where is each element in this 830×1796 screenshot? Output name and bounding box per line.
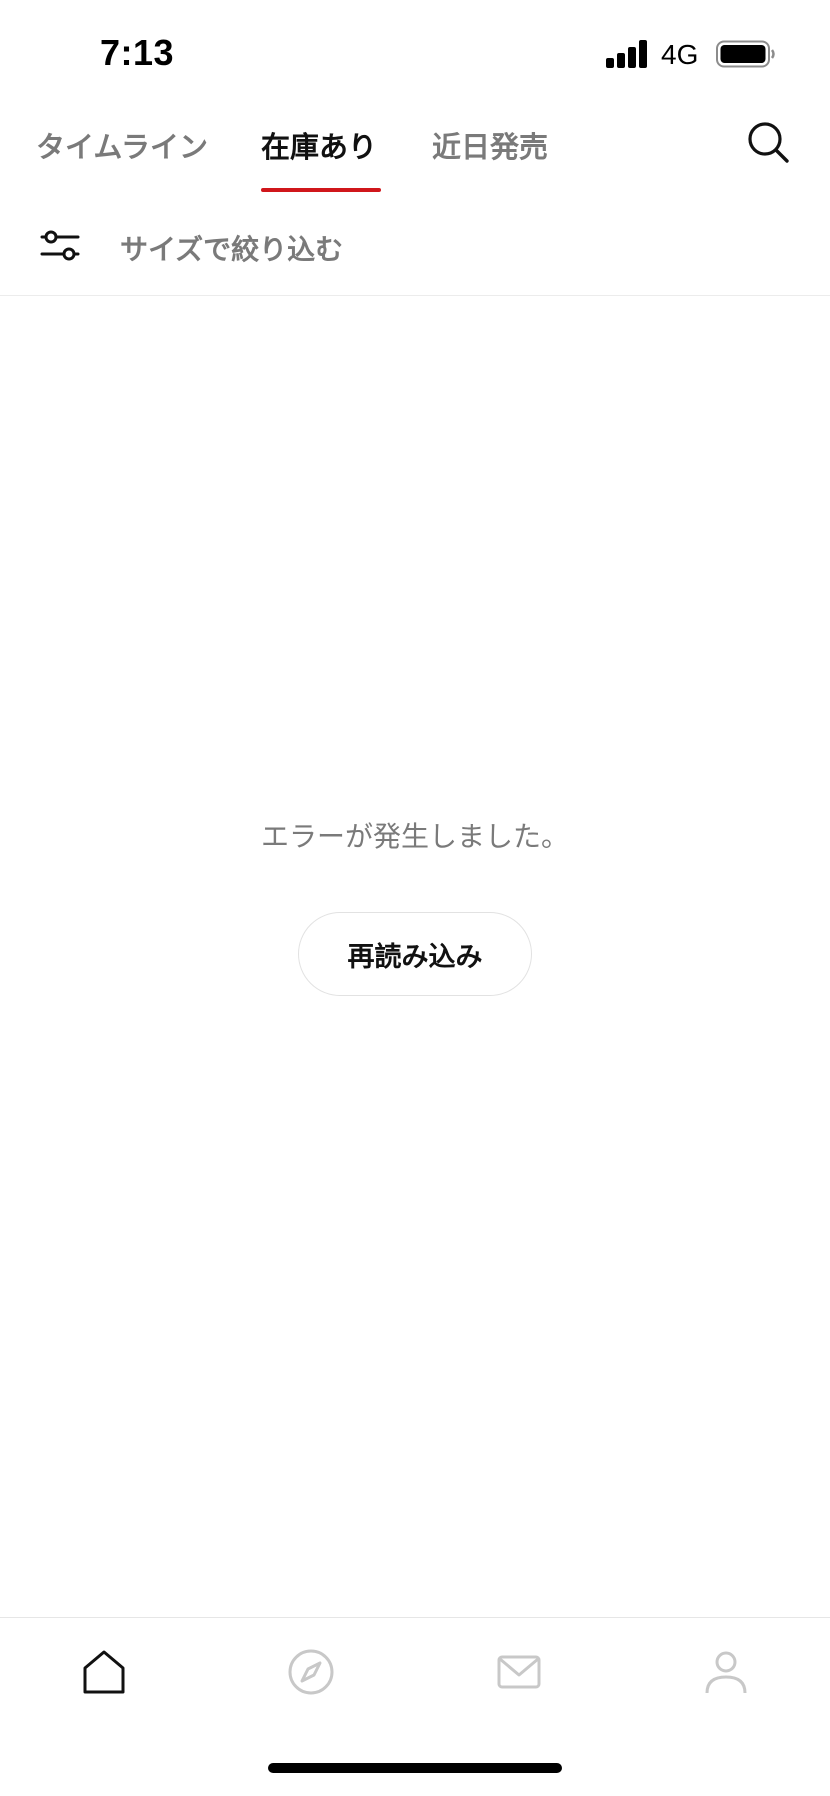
user-icon[interactable] bbox=[702, 1648, 750, 1696]
filter-sliders-icon bbox=[40, 230, 80, 261]
cellular-signal-icon bbox=[606, 40, 650, 68]
size-filter-row[interactable]: サイズで絞り込む bbox=[0, 196, 830, 296]
network-type: 4G bbox=[661, 39, 699, 70]
home-icon[interactable] bbox=[80, 1648, 128, 1696]
reload-button[interactable]: 再読み込み bbox=[298, 912, 532, 996]
tab-in-stock[interactable]: 在庫あり bbox=[261, 124, 377, 166]
top-tab-bar: タイムライン 在庫あり 近日発売 bbox=[0, 100, 830, 196]
home-indicator[interactable] bbox=[268, 1763, 562, 1773]
search-icon[interactable] bbox=[746, 120, 790, 164]
tab-timeline[interactable]: タイムライン bbox=[36, 124, 208, 166]
status-bar: 7:13 4G bbox=[0, 0, 830, 100]
tab-upcoming[interactable]: 近日発売 bbox=[432, 124, 548, 166]
error-message: エラーが発生しました。 bbox=[260, 820, 569, 853]
compass-icon[interactable] bbox=[287, 1648, 335, 1696]
status-time: 7:13 bbox=[100, 32, 175, 73]
active-tab-indicator bbox=[261, 188, 381, 192]
size-filter-label: サイズで絞り込む bbox=[120, 233, 344, 266]
battery-icon bbox=[716, 40, 775, 68]
app-screen: 7:13 4G タイムライン 在庫あり 近日発売 サイズで絞り込む エラーが発生… bbox=[0, 0, 830, 1796]
mail-icon[interactable] bbox=[495, 1648, 543, 1696]
